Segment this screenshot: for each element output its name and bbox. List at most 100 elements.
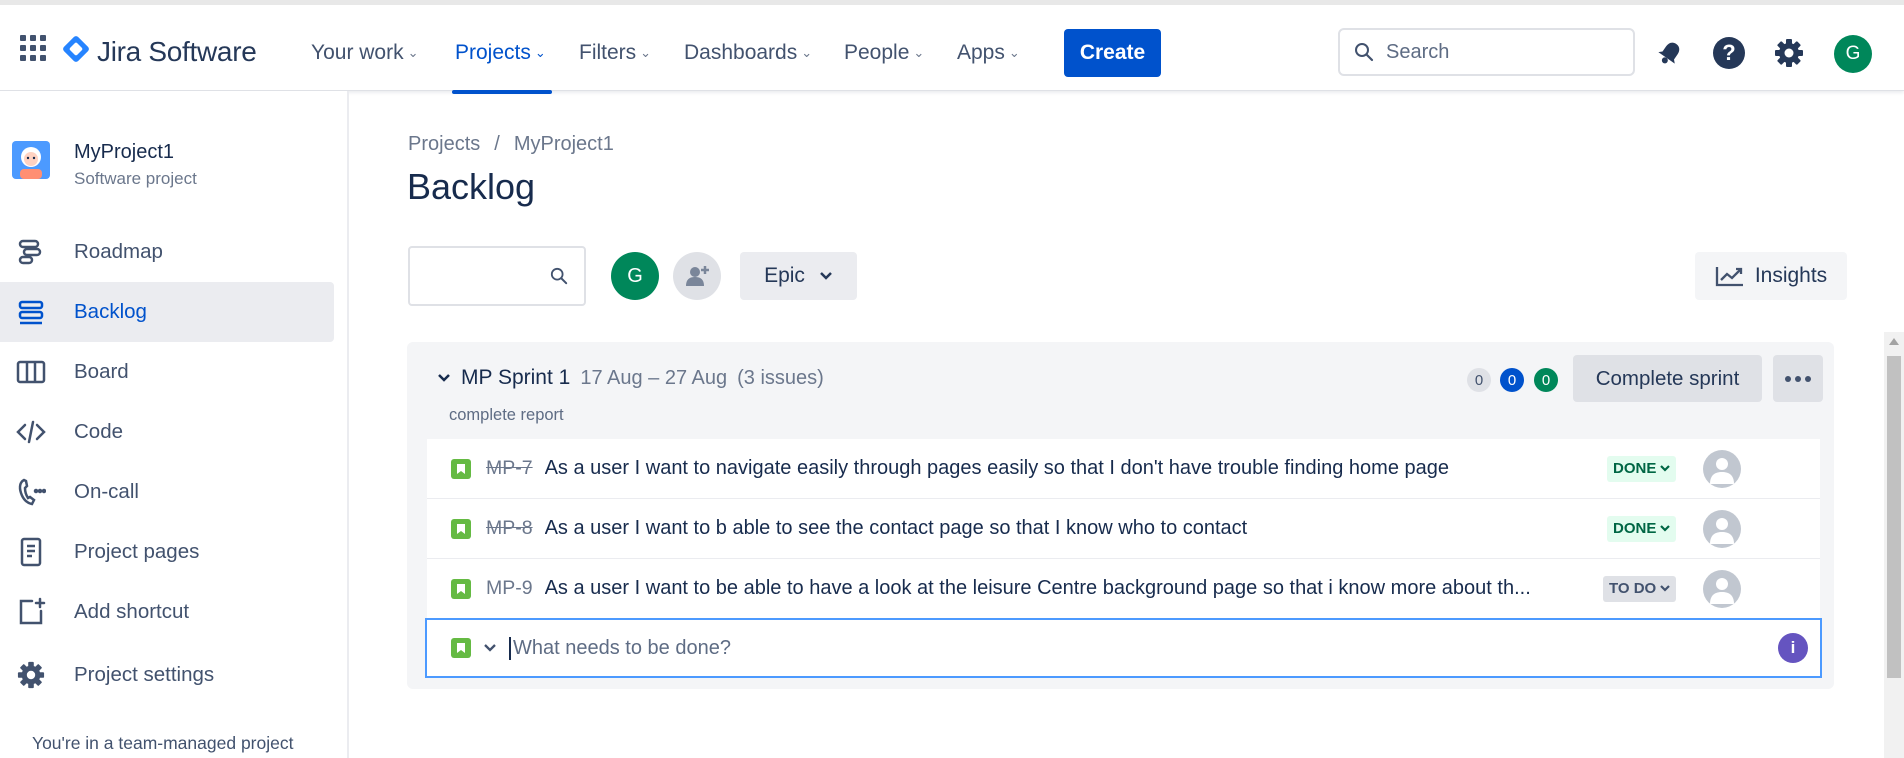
- in-progress-count-badge: 0: [1500, 368, 1524, 392]
- search-icon: [550, 267, 568, 285]
- issue-summary: As a user I want to navigate easily thro…: [544, 457, 1449, 479]
- todo-count-badge: 0: [1467, 368, 1491, 392]
- create-button[interactable]: Create: [1064, 29, 1161, 77]
- active-nav-indicator: [452, 90, 552, 94]
- complete-sprint-button[interactable]: Complete sprint: [1573, 355, 1762, 402]
- sprint-dates: 17 Aug – 27 Aug: [580, 366, 728, 389]
- chevron-down-icon: [1660, 464, 1671, 472]
- backlog-icon: [14, 298, 48, 326]
- chevron-down-icon: ⌄: [913, 45, 925, 60]
- status-dropdown[interactable]: DONE: [1607, 515, 1677, 542]
- board-icon: [14, 358, 48, 386]
- unassigned-avatar-icon[interactable]: [1703, 570, 1741, 608]
- new-issue-input[interactable]: [509, 636, 1709, 660]
- issue-key[interactable]: MP-7: [486, 457, 533, 480]
- chevron-down-icon: ⌄: [1008, 45, 1020, 60]
- issue-row[interactable]: MP-7 As a user I want to navigate easily…: [427, 439, 1820, 499]
- unassigned-avatar-icon[interactable]: [1703, 510, 1741, 548]
- info-icon[interactable]: i: [1778, 633, 1808, 663]
- issue-key[interactable]: MP-9: [486, 577, 533, 600]
- add-shortcut-icon: [14, 597, 48, 627]
- page-icon: [14, 537, 48, 567]
- sidebar-item-roadmap[interactable]: Roadmap: [0, 222, 334, 282]
- add-people-icon[interactable]: [673, 252, 721, 300]
- chevron-down-icon: [820, 272, 832, 280]
- search-icon: [1355, 43, 1374, 62]
- phone-icon: [14, 477, 48, 507]
- status-dropdown[interactable]: DONE: [1607, 455, 1677, 482]
- create-issue-row[interactable]: i: [425, 618, 1822, 678]
- issue-row[interactable]: MP-8 As a user I want to b able to see t…: [427, 499, 1820, 559]
- story-icon: [451, 578, 471, 599]
- breadcrumb: Projects / MyProject1: [408, 133, 614, 156]
- nav-projects[interactable]: Projects ⌄: [455, 41, 546, 65]
- settings-icon[interactable]: [1772, 36, 1806, 70]
- sidebar-item-add-shortcut[interactable]: Add shortcut: [0, 582, 334, 642]
- sidebar-item-project-pages[interactable]: Project pages: [0, 522, 334, 582]
- chart-line-icon: [1715, 267, 1743, 287]
- epic-filter-dropdown[interactable]: Epic: [740, 252, 857, 300]
- chevron-down-icon: ⌄: [640, 45, 652, 60]
- more-actions-icon[interactable]: [1773, 355, 1823, 402]
- nav-dashboards[interactable]: Dashboards ⌄: [684, 41, 812, 65]
- issue-summary: As a user I want to be able to have a lo…: [544, 577, 1531, 599]
- notifications-icon[interactable]: [1653, 36, 1687, 70]
- backlog-search[interactable]: [408, 246, 586, 306]
- code-icon: [14, 418, 48, 446]
- issue-key[interactable]: MP-8: [486, 517, 533, 540]
- project-sidebar: MyProject1 Software project Roadmap Back…: [0, 91, 349, 758]
- story-icon: [451, 458, 471, 479]
- sidebar-item-project-settings[interactable]: Project settings: [0, 645, 334, 705]
- issue-summary: As a user I want to b able to see the co…: [544, 517, 1248, 539]
- done-count-badge: 0: [1534, 368, 1558, 392]
- assignee-filter-avatar[interactable]: G: [611, 252, 659, 300]
- chevron-down-icon: [1660, 524, 1671, 532]
- sprint-header[interactable]: MP Sprint 1 17 Aug – 27 Aug (3 issues): [437, 366, 824, 390]
- nav-people[interactable]: People ⌄: [844, 41, 924, 65]
- project-name[interactable]: MyProject1: [74, 141, 174, 164]
- scroll-up-icon[interactable]: [1889, 338, 1899, 345]
- project-type: Software project: [74, 169, 197, 188]
- chevron-down-icon: ⌄: [801, 45, 813, 60]
- nav-your-work[interactable]: Your work ⌄: [311, 41, 419, 65]
- status-dropdown[interactable]: TO DO: [1603, 575, 1677, 602]
- chevron-down-icon: [1660, 584, 1671, 592]
- story-icon: [451, 518, 471, 539]
- complete-report-link[interactable]: complete report: [449, 406, 564, 425]
- jira-logo-icon[interactable]: [61, 34, 91, 64]
- chevron-down-icon[interactable]: [483, 643, 497, 653]
- nav-apps[interactable]: Apps ⌄: [957, 41, 1020, 65]
- user-avatar[interactable]: G: [1834, 35, 1872, 73]
- chevron-down-icon: ⌄: [407, 45, 419, 60]
- backlog-search-input[interactable]: [420, 265, 550, 287]
- sidebar-item-on-call[interactable]: On-call: [0, 462, 334, 522]
- breadcrumb-separator: /: [494, 133, 500, 155]
- sprint-issue-count: (3 issues): [737, 366, 824, 389]
- sidebar-item-code[interactable]: Code: [0, 402, 334, 462]
- roadmap-icon: [14, 238, 48, 266]
- search-input[interactable]: [1386, 40, 1606, 64]
- top-navigation-bar: Jira Software Your work ⌄ Projects ⌄ Filte…: [0, 0, 1904, 94]
- sidebar-item-board[interactable]: Board: [0, 342, 334, 402]
- app-switcher-icon[interactable]: [20, 35, 46, 61]
- chevron-down-icon[interactable]: [437, 373, 451, 383]
- sprint-name: MP Sprint 1: [461, 366, 571, 389]
- project-avatar[interactable]: [12, 141, 50, 179]
- breadcrumb-projects[interactable]: Projects: [408, 133, 480, 156]
- story-icon[interactable]: [451, 638, 471, 658]
- issue-row[interactable]: MP-9 As a user I want to be able to have…: [427, 559, 1820, 619]
- chevron-down-icon: ⌄: [534, 45, 546, 60]
- help-icon[interactable]: ?: [1712, 36, 1746, 70]
- scrollbar-thumb[interactable]: [1887, 356, 1901, 678]
- unassigned-avatar-icon[interactable]: [1703, 450, 1741, 488]
- team-managed-note: You're in a team-managed project: [32, 733, 294, 753]
- gear-icon: [14, 661, 48, 689]
- app-name[interactable]: Jira Software: [97, 36, 257, 68]
- breadcrumb-project[interactable]: MyProject1: [514, 133, 614, 156]
- nav-filters[interactable]: Filters ⌄: [579, 41, 651, 65]
- insights-button[interactable]: Insights: [1695, 252, 1847, 300]
- global-search[interactable]: [1338, 28, 1635, 76]
- page-scrollbar[interactable]: [1884, 332, 1904, 758]
- page-title: Backlog: [407, 166, 536, 207]
- sidebar-item-backlog[interactable]: Backlog: [0, 282, 334, 342]
